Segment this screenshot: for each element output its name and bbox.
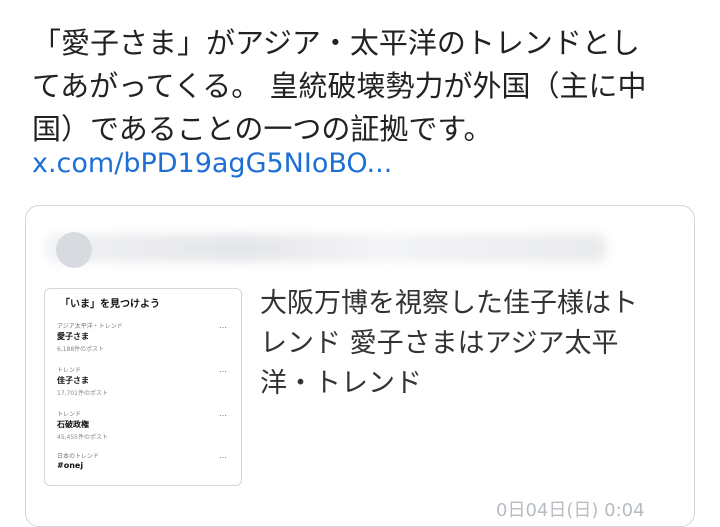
trend-count: 45,455件のポスト xyxy=(57,434,108,441)
quoted-author-row xyxy=(46,226,646,270)
trend-meta: トレンド xyxy=(57,367,82,374)
trend-meta: 日本のトレンド xyxy=(57,453,100,460)
trend-name: #onej xyxy=(57,461,84,470)
trend-item: アジア太平洋・トレンド 愛子さま 6,188件のポスト … xyxy=(57,321,227,361)
trend-count: 6,188件のポスト xyxy=(57,346,105,353)
more-icon: … xyxy=(219,321,227,330)
trend-count: 17,701件のポスト xyxy=(57,390,108,397)
trends-screenshot-thumbnail[interactable]: 「いま」を見つけよう アジア太平洋・トレンド 愛子さま 6,188件のポスト …… xyxy=(44,288,242,486)
avatar[interactable] xyxy=(56,232,92,268)
thumbnail-title: 「いま」を見つけよう xyxy=(60,299,160,310)
more-icon: … xyxy=(219,451,227,460)
trend-item: トレンド 石破政権 45,455件のポスト … xyxy=(57,409,227,449)
quoted-line: 大阪万博を視察した佳子様はト xyxy=(260,288,638,319)
post-body: 「愛子さま」がアジア・太平洋のトレンドとし てあがってくる。 皇統破壊勢力が外国… xyxy=(32,22,682,151)
quoted-post-timestamp: 0日04日(日) 0:04 xyxy=(496,500,645,521)
quoted-post-text: 大阪万博を視察した佳子様はト レンド 愛子さまはアジア太平 洋・トレンド xyxy=(260,284,680,404)
trend-meta: アジア太平洋・トレンド xyxy=(57,323,123,330)
quoted-line: 洋・トレンド xyxy=(260,368,422,399)
trend-item: トレンド 佳子さま 17,701件のポスト … xyxy=(57,365,227,405)
quoted-post-card[interactable]: 「いま」を見つけよう アジア太平洋・トレンド 愛子さま 6,188件のポスト …… xyxy=(25,205,695,527)
redacted-author-info xyxy=(46,234,606,262)
trend-item: 日本のトレンド #onej … xyxy=(57,451,227,485)
trend-name: 佳子さま xyxy=(57,376,89,385)
quoted-line: レンド 愛子さまはアジア太平 xyxy=(260,328,619,359)
post-line: 「愛子さま」がアジア・太平洋のトレンドとし xyxy=(32,26,640,60)
more-icon: … xyxy=(219,409,227,418)
post-link[interactable]: x.com/bPD19agG5NIoBO... xyxy=(32,148,392,179)
trend-meta: トレンド xyxy=(57,411,82,418)
post-line: てあがってくる。 皇統破壊勢力が外国（主に中 xyxy=(32,69,647,103)
trend-name: 愛子さま xyxy=(57,332,89,341)
post-line: 国）であることの一つの証拠です。 xyxy=(32,112,493,146)
trend-name: 石破政権 xyxy=(57,420,89,429)
more-icon: … xyxy=(219,365,227,374)
